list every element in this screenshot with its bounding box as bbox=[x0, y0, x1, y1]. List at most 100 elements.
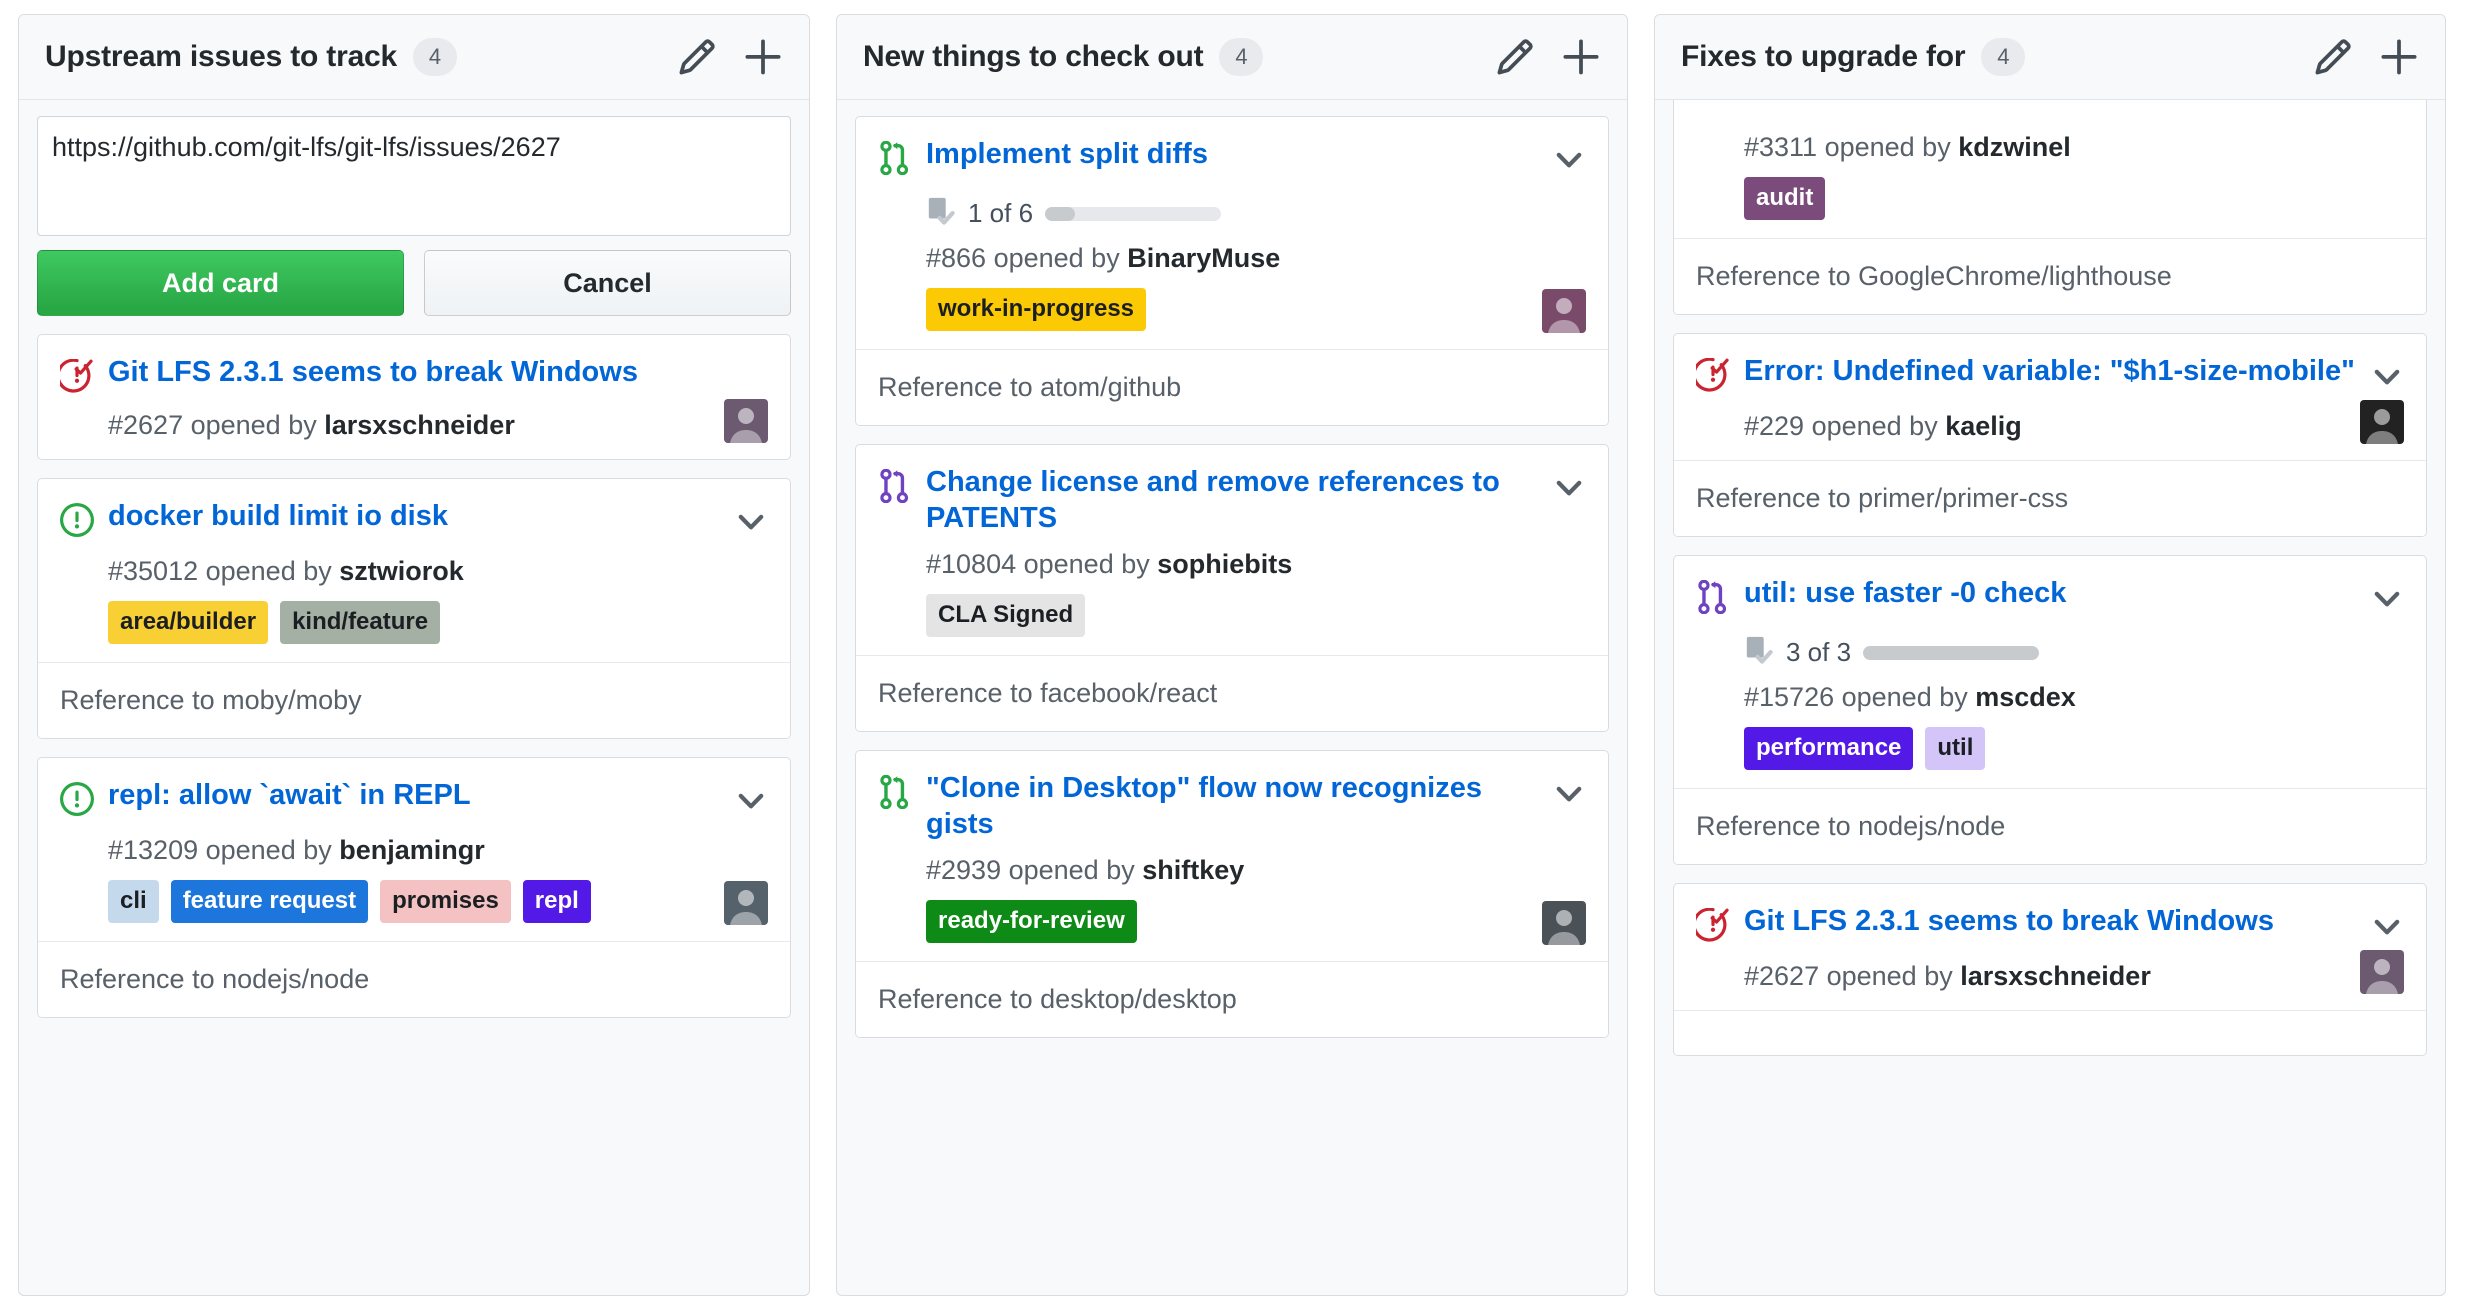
chevron-down-icon[interactable] bbox=[1552, 143, 1586, 182]
card-meta: #2627 opened by larsxschneider bbox=[1744, 961, 2404, 992]
card-body: Error: Undefined variable: "$h1-size-mob… bbox=[1674, 334, 2426, 460]
pencil-icon[interactable] bbox=[1495, 37, 1535, 77]
label-chip[interactable]: CLA Signed bbox=[926, 594, 1085, 637]
card-title[interactable]: Change license and remove references to … bbox=[926, 465, 1552, 537]
label-chip[interactable]: kind/feature bbox=[280, 601, 440, 644]
chevron-down-icon[interactable] bbox=[1552, 777, 1586, 816]
card-header-row: Error: Undefined variable: "$h1-size-mob… bbox=[1696, 354, 2404, 399]
card-title[interactable]: Error: Undefined variable: "$h1-size-mob… bbox=[1744, 354, 2370, 390]
issue-author[interactable]: sztwiorok bbox=[339, 556, 464, 586]
pencil-icon[interactable] bbox=[2313, 37, 2353, 77]
column-body: Implement split diffs1 of 6#866 opened b… bbox=[837, 100, 1627, 1295]
issue-open-icon bbox=[60, 782, 94, 821]
plus-icon[interactable] bbox=[743, 37, 783, 77]
issue-number: #2939 bbox=[926, 855, 1001, 885]
label-chip[interactable]: audit bbox=[1744, 177, 1825, 220]
plus-icon[interactable] bbox=[1561, 37, 1601, 77]
card-reference: Reference to atom/github bbox=[856, 349, 1608, 425]
card[interactable]: Git LFS 2.3.1 seems to break Windows#262… bbox=[37, 334, 791, 460]
column-card-count: 4 bbox=[1981, 38, 2025, 76]
column-header-actions bbox=[2313, 37, 2419, 77]
card[interactable]: Error: Undefined variable: "$h1-size-mob… bbox=[1673, 333, 2427, 537]
label-list: CLA Signed bbox=[926, 594, 1486, 637]
card[interactable]: Change license and remove references to … bbox=[855, 444, 1609, 732]
card[interactable]: "Clone in Desktop" flow now recognizes g… bbox=[855, 750, 1609, 1038]
chevron-down-icon[interactable] bbox=[1552, 471, 1586, 510]
label-chip[interactable]: promises bbox=[380, 880, 511, 923]
column-header: New things to check out4 bbox=[837, 15, 1627, 100]
label-chip[interactable]: cli bbox=[108, 880, 159, 923]
card-body: repl: allow `await` in REPL#13209 opened… bbox=[38, 758, 790, 941]
column-2: New things to check out4 Implement split … bbox=[836, 14, 1628, 1296]
card-body: docker build limit io disk#35012 opened … bbox=[38, 479, 790, 662]
column-header: Upstream issues to track4 bbox=[19, 15, 809, 100]
issue-author[interactable]: BinaryMuse bbox=[1127, 243, 1280, 273]
issue-author[interactable]: larsxschneider bbox=[324, 410, 515, 440]
chevron-down-icon[interactable] bbox=[2370, 360, 2404, 399]
pr-merged-icon bbox=[878, 469, 912, 508]
column-3: Fixes to upgrade for4#3311 opened by kdz… bbox=[1654, 14, 2446, 1296]
label-chip[interactable]: ready-for-review bbox=[926, 900, 1137, 943]
issue-number: #35012 bbox=[108, 556, 198, 586]
plus-icon[interactable] bbox=[2379, 37, 2419, 77]
add-card-form: Add card Cancel bbox=[37, 116, 791, 316]
card[interactable]: repl: allow `await` in REPL#13209 opened… bbox=[37, 757, 791, 1018]
chevron-down-icon[interactable] bbox=[734, 784, 768, 823]
pr-merged-icon bbox=[1696, 580, 1730, 619]
avatar bbox=[724, 399, 768, 443]
issue-author[interactable]: benjamingr bbox=[339, 835, 485, 865]
label-chip[interactable]: feature request bbox=[171, 880, 368, 923]
avatar bbox=[1542, 901, 1586, 945]
add-card-button[interactable]: Add card bbox=[37, 250, 404, 316]
card-header-row: "Clone in Desktop" flow now recognizes g… bbox=[878, 771, 1586, 843]
label-list: work-in-progress bbox=[926, 288, 1486, 331]
add-card-textarea[interactable] bbox=[37, 116, 791, 236]
card-body: Implement split diffs1 of 6#866 opened b… bbox=[856, 117, 1608, 349]
chevron-down-icon[interactable] bbox=[734, 505, 768, 544]
card-title[interactable]: docker build limit io disk bbox=[108, 499, 734, 535]
card[interactable]: util: use faster -0 check3 of 3#15726 op… bbox=[1673, 555, 2427, 865]
label-chip[interactable]: area/builder bbox=[108, 601, 268, 644]
pr-open-icon bbox=[878, 775, 912, 814]
issue-author[interactable]: sophiebits bbox=[1157, 549, 1292, 579]
chevron-down-icon[interactable] bbox=[2370, 582, 2404, 621]
column-body: #3311 opened by kdzwinel audit Reference t… bbox=[1655, 100, 2445, 1295]
card-title[interactable]: Implement split diffs bbox=[926, 137, 1552, 173]
card-header-row: Git LFS 2.3.1 seems to break Windows bbox=[1696, 904, 2404, 949]
label-list: audit bbox=[1744, 177, 2304, 220]
column-title: Upstream issues to track bbox=[45, 40, 397, 74]
cancel-button[interactable]: Cancel bbox=[424, 250, 791, 316]
card-title[interactable]: Git LFS 2.3.1 seems to break Windows bbox=[1744, 904, 2370, 940]
column-header-actions bbox=[1495, 37, 1601, 77]
label-chip[interactable]: work-in-progress bbox=[926, 288, 1146, 331]
label-list: cli feature request promises repl bbox=[108, 880, 668, 923]
issue-author[interactable]: larsxschneider bbox=[1960, 961, 2151, 991]
label-list: performance util bbox=[1744, 727, 2304, 770]
card[interactable]: docker build limit io disk#35012 opened … bbox=[37, 478, 791, 739]
label-chip[interactable]: performance bbox=[1744, 727, 1913, 770]
tasklist-icon bbox=[926, 196, 956, 231]
pencil-icon[interactable] bbox=[677, 37, 717, 77]
tasklist-progress bbox=[1863, 646, 2039, 660]
issue-number: #3311 bbox=[1744, 132, 1817, 162]
card-meta: #866 opened by BinaryMuse bbox=[926, 243, 1586, 274]
issue-author[interactable]: kaelig bbox=[1945, 411, 2022, 441]
card-title[interactable]: util: use faster -0 check bbox=[1744, 576, 2370, 612]
card-reference: Reference to GoogleChrome/lighthouse bbox=[1674, 238, 2426, 314]
card-meta: #3311 opened by kdzwinel bbox=[1744, 132, 2404, 163]
label-chip[interactable]: util bbox=[1925, 727, 1985, 770]
column-card-count: 4 bbox=[1219, 38, 1263, 76]
issue-author[interactable]: kdzwinel bbox=[1958, 132, 2071, 162]
label-list: ready-for-review bbox=[926, 900, 1486, 943]
chevron-down-icon[interactable] bbox=[2370, 910, 2404, 949]
card-title[interactable]: Git LFS 2.3.1 seems to break Windows bbox=[108, 355, 768, 391]
card[interactable]: Implement split diffs1 of 6#866 opened b… bbox=[855, 116, 1609, 426]
card-title[interactable]: repl: allow `await` in REPL bbox=[108, 778, 734, 814]
label-chip[interactable]: repl bbox=[523, 880, 591, 923]
card-partial[interactable]: #3311 opened by kdzwinel audit Reference t… bbox=[1673, 100, 2427, 315]
avatar bbox=[724, 881, 768, 925]
issue-author[interactable]: shiftkey bbox=[1142, 855, 1244, 885]
card-title[interactable]: "Clone in Desktop" flow now recognizes g… bbox=[926, 771, 1552, 843]
card[interactable]: Git LFS 2.3.1 seems to break Windows #262… bbox=[1673, 883, 2427, 1056]
issue-author[interactable]: mscdex bbox=[1975, 682, 2076, 712]
